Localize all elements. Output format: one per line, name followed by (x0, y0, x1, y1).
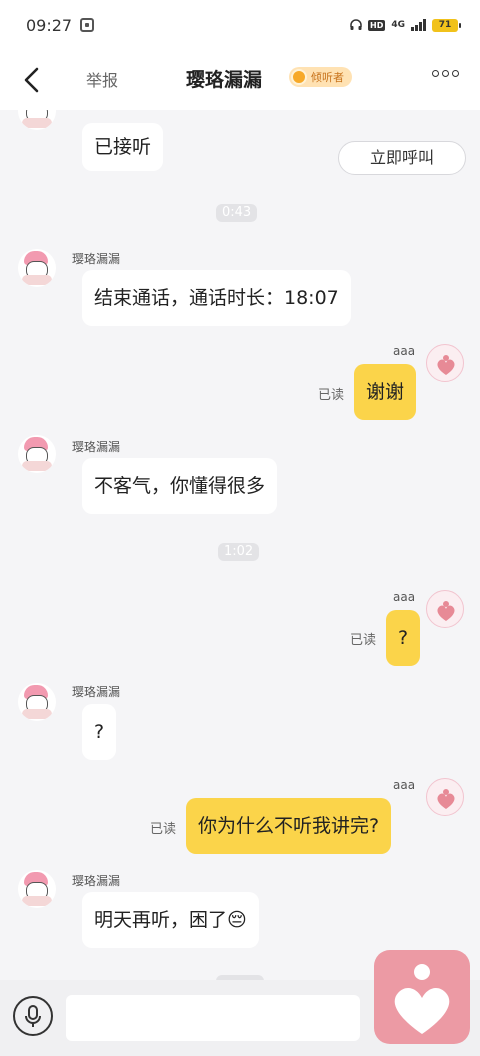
back-arrow-icon[interactable] (18, 66, 46, 94)
microphone-icon (25, 1005, 41, 1027)
listener-badge: 倾听者 (289, 67, 352, 87)
sender-name: aaa (393, 778, 416, 792)
avatar[interactable] (18, 683, 56, 721)
read-status: 已读 (318, 388, 345, 403)
message-bubble: 结束通话，通话时长：18:07 (82, 270, 351, 326)
heart-icon (437, 355, 455, 375)
status-bar: 09:27 HD 4G 71 (0, 0, 480, 50)
message-bubble: 你为什么不听我讲完? (186, 798, 392, 854)
message-bubble: 谢谢 (354, 364, 417, 420)
message-bubble: ? (82, 704, 117, 760)
more-options-icon[interactable] (432, 70, 459, 77)
status-right: HD 4G 71 (350, 18, 461, 32)
avatar[interactable] (18, 110, 56, 130)
heart-gift-button[interactable] (374, 950, 470, 1044)
message-bubble: ? (386, 610, 421, 666)
listener-badge-label: 倾听者 (311, 71, 344, 84)
chat-header: 举报 璎珞漏漏 倾听者 (0, 50, 480, 110)
report-button[interactable]: 举报 (86, 67, 118, 91)
sender-name: 璎珞漏漏 (72, 252, 121, 266)
heart-icon (437, 789, 455, 809)
message-bubble-call-answered: 已接听 (82, 123, 164, 171)
heart-badge-icon (291, 69, 307, 85)
avatar[interactable] (18, 435, 56, 473)
read-status: 已读 (150, 822, 177, 837)
call-now-button[interactable]: 立即呼叫 (338, 141, 466, 175)
sender-name: aaa (393, 590, 416, 604)
read-status: 已读 (350, 633, 377, 648)
avatar[interactable] (18, 870, 56, 908)
message-input[interactable] (66, 995, 360, 1041)
battery-icon: 71 (432, 18, 461, 32)
sender-name: 璎珞漏漏 (72, 685, 121, 699)
heart-icon (394, 964, 450, 1034)
status-left: 09:27 (26, 15, 95, 35)
chat-area[interactable]: 已接听 立即呼叫 0:43 璎珞漏漏 结束通话，通话时长：18:07 aaa 已… (0, 110, 480, 980)
signal-icon (411, 19, 426, 31)
timestamp: 1:02 (218, 543, 260, 561)
message-bubble: 明天再听，困了😔 (82, 892, 259, 948)
chat-title: 璎珞漏漏 (186, 69, 263, 91)
network-type: 4G (391, 20, 405, 30)
avatar[interactable] (18, 249, 56, 287)
headphone-icon (350, 19, 362, 30)
app-notification-icon (80, 18, 95, 32)
voice-input-button[interactable] (13, 996, 53, 1036)
heart-icon (437, 601, 455, 621)
hd-badge: HD (368, 19, 386, 31)
timestamp: 0:43 (216, 204, 258, 222)
message-bubble: 不客气，你懂得很多 (82, 458, 278, 514)
status-time: 09:27 (26, 15, 73, 35)
sender-name: 璎珞漏漏 (72, 440, 121, 454)
self-avatar[interactable] (426, 590, 464, 628)
self-avatar[interactable] (426, 778, 464, 816)
sender-name: aaa (393, 344, 416, 358)
sender-name: 璎珞漏漏 (72, 874, 121, 888)
self-avatar[interactable] (426, 344, 464, 382)
